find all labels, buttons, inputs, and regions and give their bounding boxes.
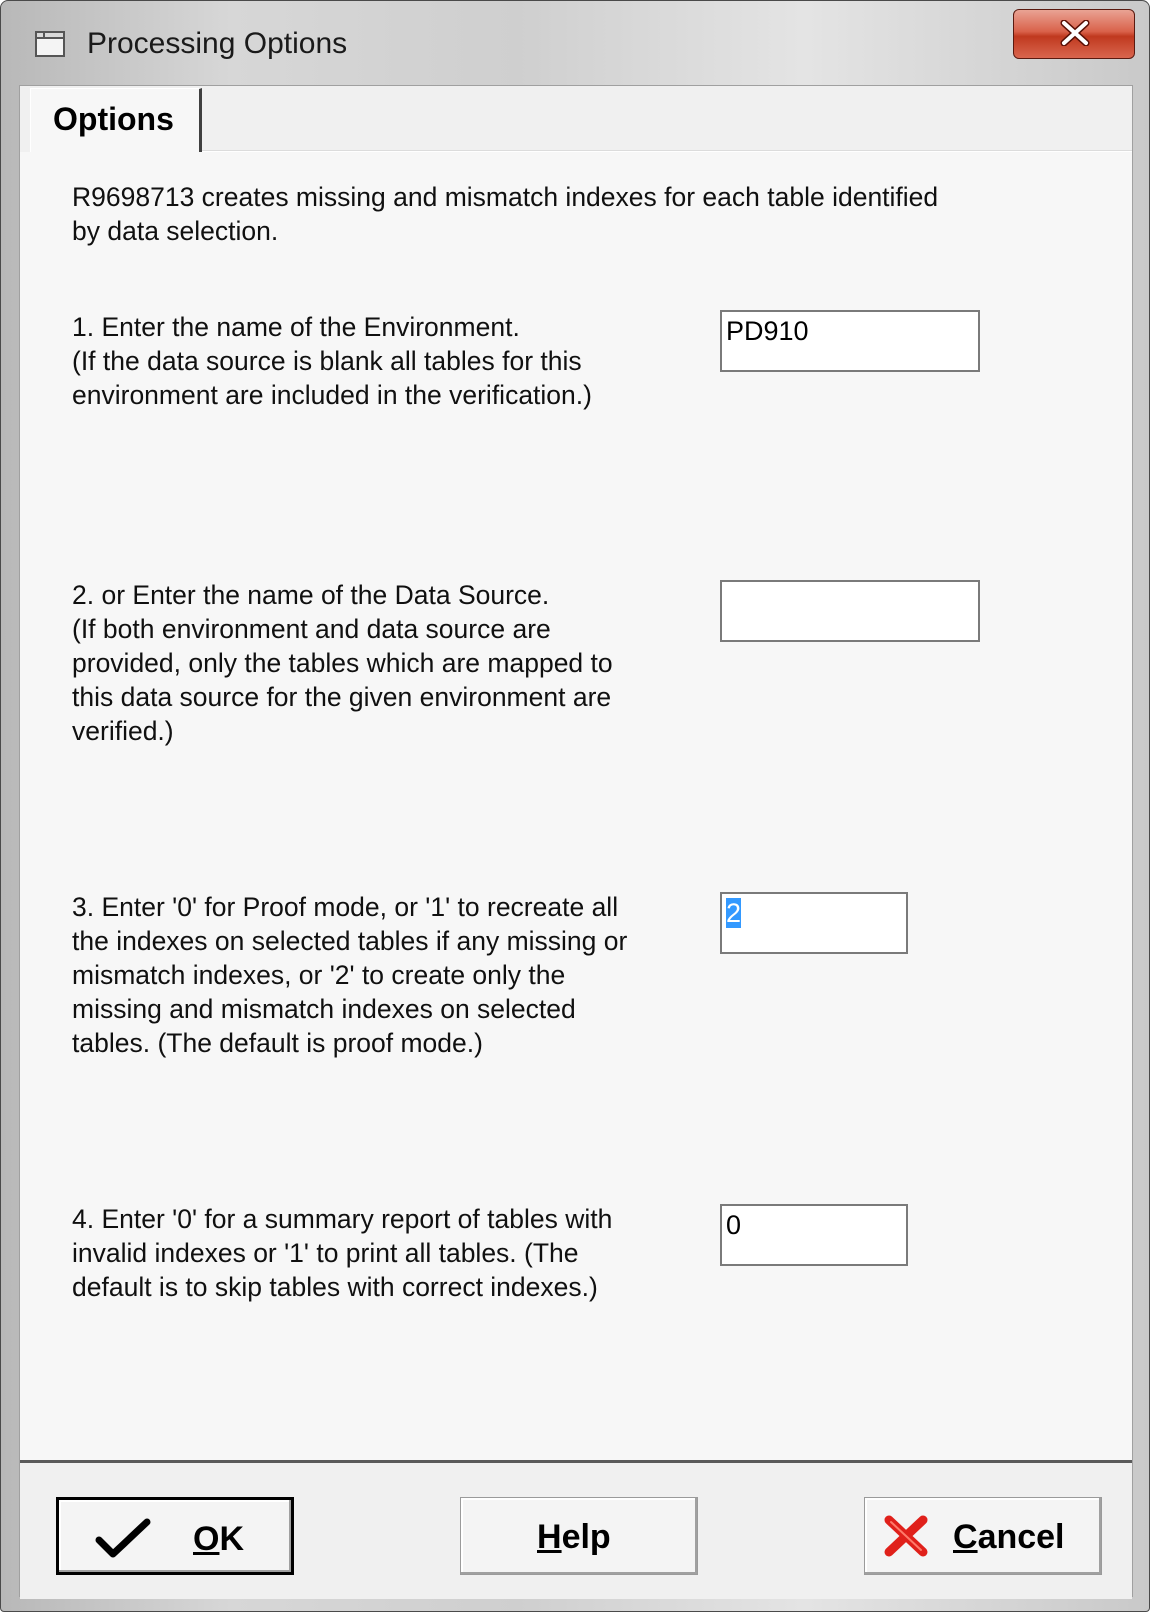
data-source-input[interactable]: [720, 580, 980, 642]
tab-strip: Options: [20, 86, 1132, 153]
report-type-input[interactable]: 0: [720, 1204, 908, 1266]
close-button[interactable]: [1013, 9, 1135, 59]
help-button-label: Help: [537, 1518, 611, 1556]
options-panel: R9698713 creates missing and mismatch in…: [20, 152, 1132, 1464]
ok-button[interactable]: OK: [56, 1497, 294, 1575]
red-x-icon: [883, 1514, 929, 1563]
environment-input[interactable]: PD910: [720, 310, 980, 372]
option-4-description: 4. Enter '0' for a summary report of tab…: [72, 1204, 613, 1302]
close-icon: [1060, 20, 1090, 46]
option-3-description: 3. Enter '0' for Proof mode, or '1' to r…: [72, 892, 628, 1058]
option-1-description: 1. Enter the name of the Environment. (I…: [72, 312, 592, 410]
dialog-body: Options R9698713 creates missing and mis…: [19, 85, 1133, 1599]
title-bar[interactable]: Processing Options: [1, 1, 1149, 85]
option-2-description: 2. or Enter the name of the Data Source.…: [72, 580, 613, 746]
tab-options[interactable]: Options: [30, 88, 202, 152]
mode-input-selected-value: 2: [726, 898, 742, 928]
tab-options-label: Options: [53, 101, 174, 137]
cancel-button[interactable]: Cancel: [864, 1497, 1102, 1575]
cancel-button-label: Cancel: [953, 1518, 1065, 1556]
window-icon: [35, 31, 65, 57]
intro-text: R9698713 creates missing and mismatch in…: [72, 182, 939, 246]
checkmark-icon: [95, 1516, 151, 1565]
button-bar: OK Help Cancel: [20, 1460, 1132, 1599]
help-button[interactable]: Help: [460, 1497, 698, 1575]
window-title: Processing Options: [87, 27, 348, 60]
ok-button-label: OK: [193, 1520, 245, 1558]
processing-options-dialog: Processing Options Options R9698713 crea…: [0, 0, 1150, 1612]
mode-input[interactable]: 2: [720, 892, 908, 954]
